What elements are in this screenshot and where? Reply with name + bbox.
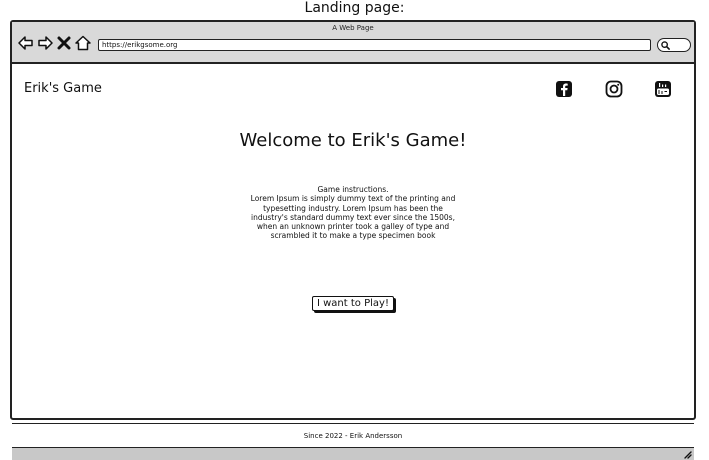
page-heading: Welcome to Erik's Game! [239,130,467,151]
wireframe-caption: Landing page: [304,0,405,16]
window-title: A Web Page [332,24,374,32]
nav-buttons [18,34,91,52]
browser-window: A Web Page https://erikgsome.org Erik's … [10,20,696,460]
browser-search-field[interactable] [657,38,691,52]
forward-arrow-icon[interactable] [37,35,53,51]
page-footer: Since 2022 - Erik Andersson [12,423,694,448]
game-instructions: Game instructions. Lorem Ipsum is simply… [248,185,458,241]
resize-handle-icon[interactable] [682,449,692,459]
instagram-icon[interactable] [605,80,623,98]
instructions-title: Game instructions. [317,185,389,194]
play-button[interactable]: I want to Play! [312,296,394,311]
stop-icon[interactable] [56,35,72,51]
browser-toolbar: A Web Page https://erikgsome.org [12,22,694,64]
site-title[interactable]: Erik's Game [24,81,102,96]
home-icon[interactable] [75,35,91,51]
address-bar[interactable]: https://erikgsome.org [98,39,651,51]
page-content: Erik's Game Welcome to Erik's Game! Game… [12,64,694,460]
browser-status-bar [12,448,694,460]
facebook-icon[interactable] [555,80,573,98]
search-icon [661,41,670,50]
instructions-body: Lorem Ipsum is simply dummy text of the … [250,194,456,241]
back-arrow-icon[interactable] [18,35,34,51]
youtube-icon[interactable] [654,80,672,98]
